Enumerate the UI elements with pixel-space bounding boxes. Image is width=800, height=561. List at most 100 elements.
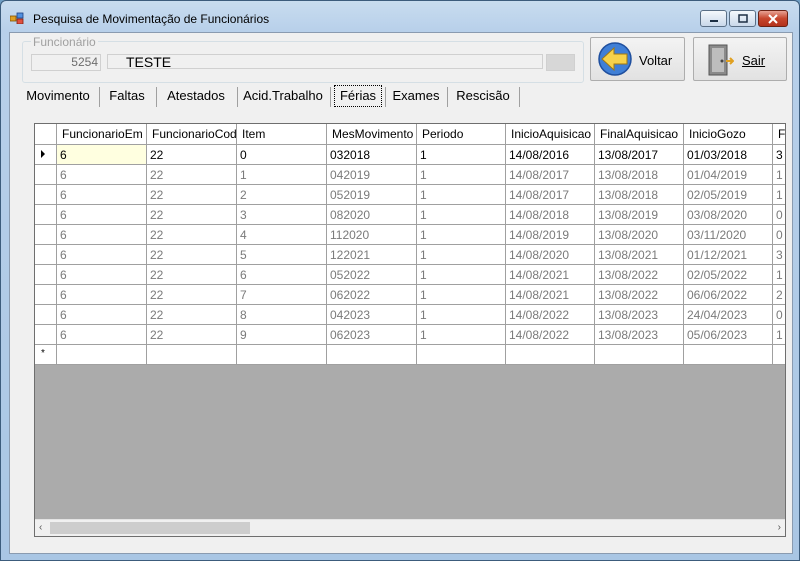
table-cell[interactable]: 13/08/2023 <box>595 325 684 345</box>
table-cell[interactable]: 6 <box>57 245 147 265</box>
table-cell[interactable]: 1 <box>773 165 785 185</box>
row-header[interactable] <box>35 165 57 185</box>
tab-atestados[interactable]: Atestados <box>159 85 233 107</box>
table-cell[interactable]: 14/08/2018 <box>506 205 595 225</box>
table-cell[interactable]: 6 <box>57 165 147 185</box>
new-row-cell[interactable] <box>237 345 327 365</box>
table-cell[interactable]: 1 <box>417 245 506 265</box>
close-button[interactable] <box>758 10 788 27</box>
table-cell[interactable]: 1 <box>417 185 506 205</box>
new-row-cell[interactable] <box>595 345 684 365</box>
table-cell[interactable]: 01/03/2018 <box>684 145 773 165</box>
row-header[interactable] <box>35 245 57 265</box>
column-header[interactable]: FuncionarioEm <box>57 124 147 145</box>
table-cell[interactable]: 14/08/2016 <box>506 145 595 165</box>
table-cell[interactable]: 22 <box>147 205 237 225</box>
table-cell[interactable]: 3 <box>773 245 785 265</box>
new-row-cell[interactable] <box>57 345 147 365</box>
table-cell[interactable]: 01/12/2021 <box>684 245 773 265</box>
table-cell[interactable]: 3 <box>773 145 785 165</box>
voltar-button[interactable]: Voltar <box>590 37 685 81</box>
table-cell[interactable]: 3 <box>237 205 327 225</box>
table-cell[interactable]: 082020 <box>327 205 417 225</box>
column-header[interactable]: Item <box>237 124 327 145</box>
column-header[interactable]: F <box>773 124 785 145</box>
table-cell[interactable]: 1 <box>417 145 506 165</box>
table-cell[interactable]: 22 <box>147 245 237 265</box>
minimize-button[interactable] <box>700 10 727 27</box>
scroll-right-icon[interactable]: › <box>778 522 781 533</box>
table-cell[interactable]: 01/04/2019 <box>684 165 773 185</box>
sair-button[interactable]: Sair <box>693 37 787 81</box>
table-cell[interactable]: 03/11/2020 <box>684 225 773 245</box>
table-cell[interactable]: 22 <box>147 145 237 165</box>
table-cell[interactable]: 6 <box>57 325 147 345</box>
grid-corner-header[interactable] <box>35 124 57 145</box>
table-cell[interactable]: 2 <box>237 185 327 205</box>
table-cell[interactable]: 062023 <box>327 325 417 345</box>
table-cell[interactable]: 1 <box>237 165 327 185</box>
table-cell[interactable]: 042023 <box>327 305 417 325</box>
table-cell[interactable]: 1 <box>417 285 506 305</box>
table-cell[interactable]: 1 <box>417 325 506 345</box>
table-cell[interactable]: 1 <box>773 265 785 285</box>
tab-exames[interactable]: Exames <box>388 85 444 107</box>
table-cell[interactable]: 14/08/2022 <box>506 305 595 325</box>
table-cell[interactable]: 1 <box>773 185 785 205</box>
table-cell[interactable]: 14/08/2019 <box>506 225 595 245</box>
table-cell[interactable]: 4 <box>237 225 327 245</box>
table-cell[interactable]: 6 <box>57 185 147 205</box>
table-cell[interactable]: 22 <box>147 265 237 285</box>
funcionario-name-field[interactable]: TESTE <box>107 54 543 70</box>
new-row-cell[interactable] <box>327 345 417 365</box>
table-cell[interactable]: 1 <box>773 325 785 345</box>
new-row-cell[interactable] <box>773 345 785 365</box>
table-cell[interactable]: 5 <box>237 245 327 265</box>
table-cell[interactable]: 032018 <box>327 145 417 165</box>
table-cell[interactable]: 1 <box>417 305 506 325</box>
table-cell[interactable]: 22 <box>147 305 237 325</box>
table-cell[interactable]: 6 <box>57 285 147 305</box>
table-cell[interactable]: 8 <box>237 305 327 325</box>
table-cell[interactable]: 062022 <box>327 285 417 305</box>
table-cell[interactable]: 22 <box>147 285 237 305</box>
table-cell[interactable]: 22 <box>147 325 237 345</box>
tab-movimento[interactable]: Movimento <box>22 85 94 107</box>
table-cell[interactable]: 0 <box>237 145 327 165</box>
table-cell[interactable]: 7 <box>237 285 327 305</box>
table-cell[interactable]: 02/05/2022 <box>684 265 773 285</box>
tab-acid-trabalho[interactable]: Acid.Trabalho <box>240 85 326 107</box>
table-cell[interactable]: 1 <box>417 265 506 285</box>
ferias-data-grid[interactable]: ‹ › FuncionarioEm FuncionarioCod Item MesMo… <box>34 123 786 537</box>
maximize-button[interactable] <box>729 10 756 27</box>
table-cell[interactable]: 9 <box>237 325 327 345</box>
funcionario-id-field[interactable]: 5254 <box>31 54 101 71</box>
table-cell[interactable]: 13/08/2018 <box>595 185 684 205</box>
title-bar[interactable]: Pesquisa de Movimentação de Funcionários <box>1 1 799 33</box>
table-cell[interactable]: 13/08/2019 <box>595 205 684 225</box>
table-cell[interactable]: 14/08/2021 <box>506 265 595 285</box>
table-cell[interactable]: 6 <box>57 225 147 245</box>
table-cell[interactable]: 13/08/2020 <box>595 225 684 245</box>
tab-rescisao[interactable]: Rescisão <box>450 85 516 107</box>
table-cell[interactable]: 112020 <box>327 225 417 245</box>
table-cell[interactable]: 0 <box>773 205 785 225</box>
table-cell[interactable]: 22 <box>147 165 237 185</box>
table-cell[interactable]: 24/04/2023 <box>684 305 773 325</box>
row-header[interactable] <box>35 185 57 205</box>
table-cell[interactable]: 03/08/2020 <box>684 205 773 225</box>
table-cell[interactable]: 13/08/2023 <box>595 305 684 325</box>
current-row-indicator[interactable] <box>35 145 57 165</box>
horizontal-scrollbar[interactable]: ‹ › <box>35 519 785 536</box>
table-cell[interactable]: 14/08/2021 <box>506 285 595 305</box>
row-header[interactable] <box>35 285 57 305</box>
row-header[interactable] <box>35 265 57 285</box>
table-cell[interactable]: 22 <box>147 225 237 245</box>
new-row-cell[interactable] <box>684 345 773 365</box>
table-cell[interactable]: 1 <box>417 205 506 225</box>
scroll-thumb[interactable] <box>50 522 250 534</box>
row-header[interactable] <box>35 205 57 225</box>
new-row-cell[interactable] <box>417 345 506 365</box>
table-cell[interactable]: 02/05/2019 <box>684 185 773 205</box>
table-cell[interactable]: 6 <box>237 265 327 285</box>
